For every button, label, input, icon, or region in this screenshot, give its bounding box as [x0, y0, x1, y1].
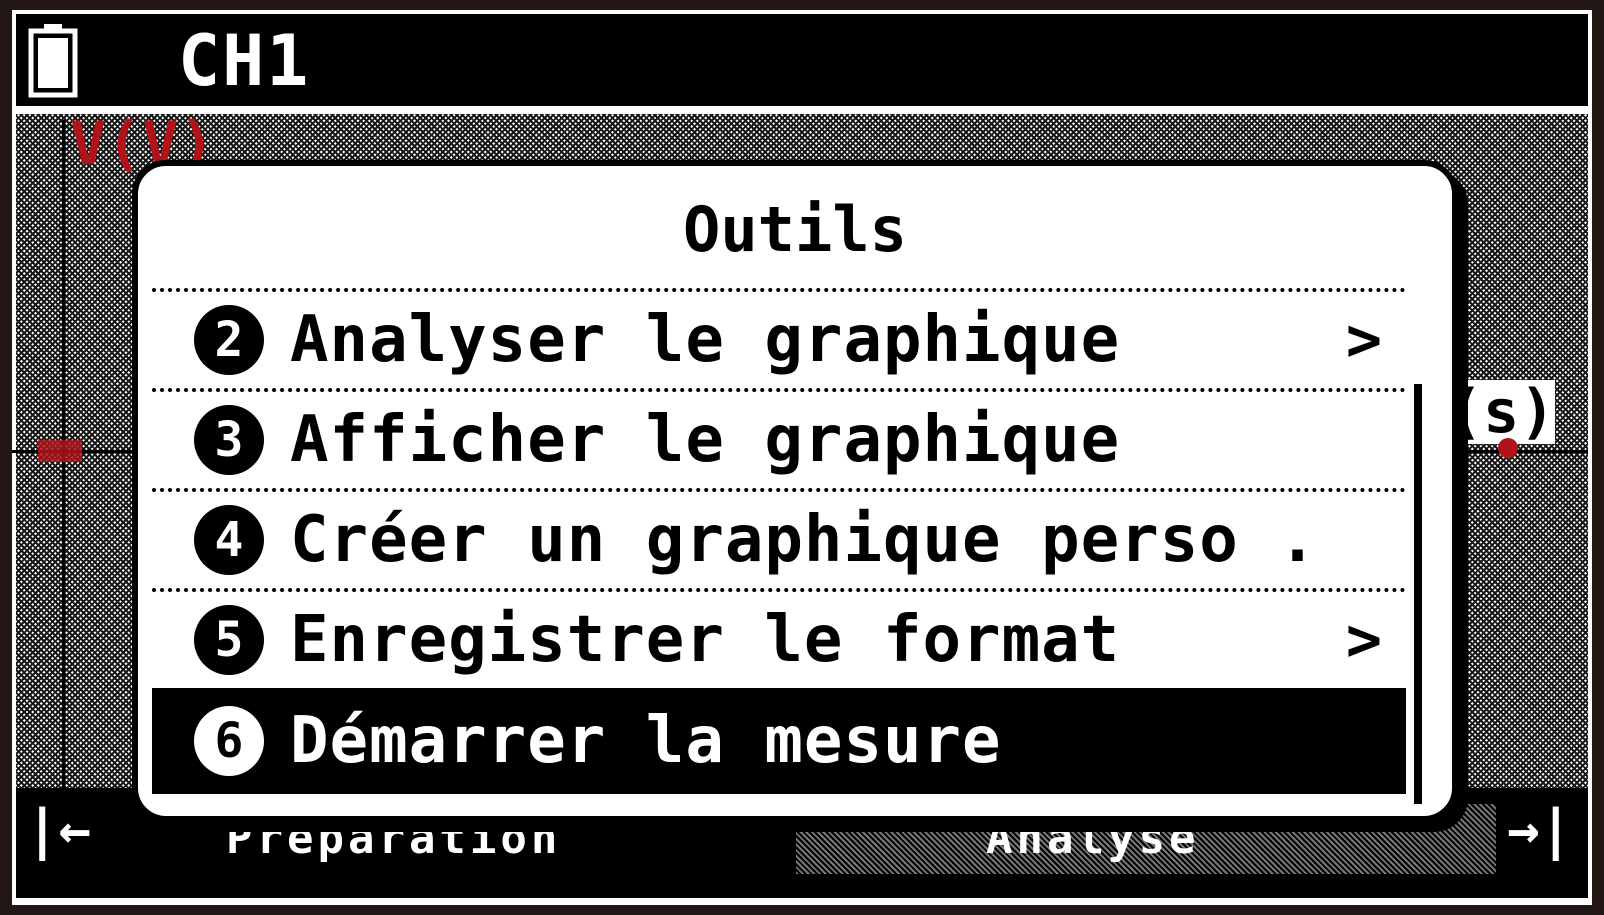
tools-menu-dialog: Outils 2 Analyser le graphique > 3 Affic…: [132, 160, 1458, 822]
menu-item-demarrer-mesure[interactable]: 6 Démarrer la mesure: [152, 688, 1406, 794]
calculator-screen: CH1 V(V) (s) |← Préparation Analyse →| O…: [12, 10, 1592, 905]
tools-menu: 2 Analyser le graphique > 3 Afficher le …: [152, 288, 1406, 794]
menu-item-enregistrer-format[interactable]: 5 Enregistrer le format >: [152, 588, 1406, 688]
menu-item-label: Créer un graphique perso .: [290, 503, 1318, 577]
status-bar: CH1: [16, 14, 1588, 106]
menu-item-creer-graphique[interactable]: 4 Créer un graphique perso .: [152, 488, 1406, 588]
chevron-right-icon: >: [1345, 605, 1382, 675]
menu-item-label: Afficher le graphique: [290, 403, 1121, 477]
number-badge: 2: [194, 305, 264, 375]
number-badge: 3: [194, 405, 264, 475]
number-badge: 5: [194, 605, 264, 675]
menu-item-label: Démarrer la mesure: [290, 704, 1002, 778]
menu-item-label: Analyser le graphique: [290, 303, 1121, 377]
menu-scrollbar[interactable]: [1414, 384, 1422, 804]
cursor-marker-left[interactable]: [38, 440, 82, 462]
menu-item-label: Enregistrer le format: [290, 603, 1121, 677]
chevron-right-icon: >: [1345, 305, 1382, 375]
dialog-title: Outils: [683, 193, 907, 266]
nav-last-button[interactable]: →|: [1507, 798, 1572, 861]
number-badge: 4: [194, 505, 264, 575]
cursor-marker-right[interactable]: [1498, 438, 1518, 458]
x-axis-label: (s): [1447, 377, 1556, 447]
channel-label: CH1: [178, 20, 311, 102]
number-badge: 6: [194, 706, 264, 776]
battery-icon: [28, 24, 78, 98]
menu-item-analyser-graphique[interactable]: 2 Analyser le graphique >: [152, 288, 1406, 388]
menu-item-afficher-graphique[interactable]: 3 Afficher le graphique: [152, 388, 1406, 488]
nav-first-button[interactable]: |←: [26, 798, 91, 861]
